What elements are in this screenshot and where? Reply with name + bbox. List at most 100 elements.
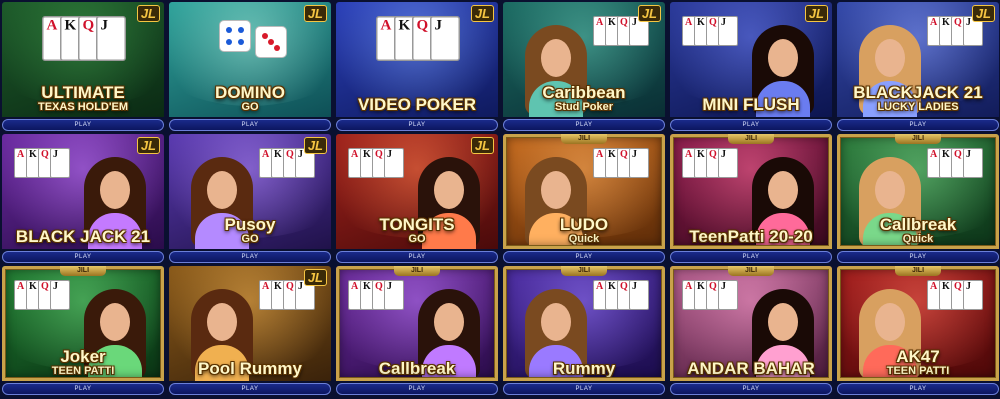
playing-cards-icon: AKQJ	[42, 16, 126, 61]
game-subtitle: TEXAS HOLD'EM	[37, 101, 128, 113]
game-artwork: A K Q J TeenPatti 20-20	[670, 134, 832, 249]
game-tile[interactable]: A K Q J Callbreak JILI PLAY	[336, 266, 498, 395]
play-button[interactable]: PLAY	[503, 251, 665, 263]
provider-badge: JL	[136, 137, 160, 154]
game-subtitle: TEEN PATTI	[51, 365, 115, 377]
game-artwork: A K Q J Rummy	[503, 266, 665, 381]
play-button[interactable]: PLAY	[336, 383, 498, 395]
game-title: ANDAR BAHAR	[670, 360, 832, 377]
game-tile[interactable]: A K Q J Joker TEEN PATTI JILI PLAY	[2, 266, 164, 395]
game-subtitle: Quick	[568, 233, 600, 245]
dice-icon	[255, 26, 287, 58]
play-button[interactable]: PLAY	[336, 251, 498, 263]
game-tile[interactable]: A K Q J TeenPatti 20-20 JILI PLAY	[670, 134, 832, 263]
playing-cards-icon: AKQJ	[927, 148, 983, 178]
provider-badge: JL	[470, 5, 494, 22]
play-button[interactable]: PLAY	[2, 119, 164, 131]
game-artwork: A K Q J Callbreak Quick	[837, 134, 999, 249]
game-subtitle: GO	[408, 233, 426, 245]
game-subtitle: TEEN PATTI	[886, 365, 950, 377]
game-tile[interactable]: A K Q J ULTIMATE TEXAS HOLD'EM JL PLAY	[2, 2, 164, 131]
play-button[interactable]: PLAY	[837, 119, 999, 131]
playing-cards-icon: AKQJ	[593, 148, 649, 178]
game-tile[interactable]: DOMINO GO JL PLAY	[169, 2, 331, 131]
play-button[interactable]: PLAY	[837, 251, 999, 263]
play-button[interactable]: PLAY	[503, 383, 665, 395]
game-artwork: A K Q J LUDO Quick	[503, 134, 665, 249]
provider-badge: JILI	[394, 266, 440, 276]
playing-cards-icon: AKQJ	[376, 16, 460, 61]
game-subtitle: GO	[241, 233, 259, 245]
game-title: Joker TEEN PATTI	[2, 348, 164, 377]
game-title-text: Pool Rummy	[198, 359, 302, 378]
play-button[interactable]: PLAY	[169, 119, 331, 131]
playing-cards-icon: AKQJ	[593, 280, 649, 310]
game-title-text: TONGITS	[379, 215, 455, 234]
game-title: VIDEO POKER	[336, 96, 498, 113]
game-tile[interactable]: A K Q J AK47 TEEN PATTI JILI PLAY	[837, 266, 999, 395]
provider-badge: JILI	[60, 266, 106, 276]
game-title: TONGITS GO	[336, 216, 498, 245]
game-title-text: LUDO	[559, 215, 609, 234]
game-title: ULTIMATE TEXAS HOLD'EM	[2, 84, 164, 113]
provider-badge: JL	[303, 5, 327, 22]
game-title: Pusoy GO	[169, 216, 331, 245]
game-artwork: A K Q J AK47 TEEN PATTI	[837, 266, 999, 381]
game-title: MINI FLUSH	[670, 96, 832, 113]
play-button[interactable]: PLAY	[2, 251, 164, 263]
dice-icon	[219, 20, 251, 52]
playing-cards-icon: AKQJ	[14, 280, 70, 310]
play-button[interactable]: PLAY	[670, 119, 832, 131]
play-button[interactable]: PLAY	[169, 251, 331, 263]
game-title: Rummy	[503, 360, 665, 377]
game-title: BLACK JACK 21	[2, 228, 164, 245]
game-tile[interactable]: A K Q J Pool Rummy JL PLAY	[169, 266, 331, 395]
provider-badge: JILI	[728, 266, 774, 276]
game-artwork: A K Q J ANDAR BAHAR	[670, 266, 832, 381]
game-title: AK47 TEEN PATTI	[837, 348, 999, 377]
provider-badge: JL	[136, 5, 160, 22]
provider-badge: JILI	[561, 266, 607, 276]
game-tile[interactable]: A K Q J Caribbean Stud Poker JL PLAY	[503, 2, 665, 131]
playing-cards-icon: AKQJ	[14, 148, 70, 178]
provider-badge: JL	[971, 5, 995, 22]
game-title: Pool Rummy	[169, 360, 331, 377]
game-tile[interactable]: A K Q J LUDO Quick JILI PLAY	[503, 134, 665, 263]
game-subtitle: Quick	[902, 233, 934, 245]
play-button[interactable]: PLAY	[670, 251, 832, 263]
playing-cards-icon: AKQJ	[348, 280, 404, 310]
game-tile[interactable]: A K Q J TONGITS GO JL PLAY	[336, 134, 498, 263]
provider-badge: JL	[637, 5, 661, 22]
provider-badge: JL	[303, 269, 327, 286]
game-tile[interactable]: A K Q J Rummy JILI PLAY	[503, 266, 665, 395]
play-button[interactable]: PLAY	[336, 119, 498, 131]
game-title: Caribbean Stud Poker	[503, 84, 665, 113]
game-title-text: Rummy	[552, 359, 616, 378]
game-tile[interactable]: A K Q J BLACK JACK 21 JL PLAY	[2, 134, 164, 263]
game-artwork: A K Q J Callbreak	[336, 266, 498, 381]
game-title-text: Joker	[60, 347, 106, 366]
game-title-text: ULTIMATE	[41, 83, 125, 102]
game-subtitle: Stud Poker	[554, 101, 614, 113]
play-button[interactable]: PLAY	[837, 383, 999, 395]
game-tile[interactable]: A K Q J MINI FLUSH JL PLAY	[670, 2, 832, 131]
playing-cards-icon: AKQJ	[682, 280, 738, 310]
game-tile[interactable]: A K Q J Callbreak Quick JILI PLAY	[837, 134, 999, 263]
game-title-text: Callbreak	[378, 359, 456, 378]
game-subtitle: LUCKY LADIES	[877, 101, 959, 113]
game-tile[interactable]: A K Q J ANDAR BAHAR JILI PLAY	[670, 266, 832, 395]
play-button[interactable]: PLAY	[670, 383, 832, 395]
game-tile[interactable]: A K Q J Pusoy GO JL PLAY	[169, 134, 331, 263]
provider-badge: JILI	[561, 134, 607, 144]
game-title: TeenPatti 20-20	[670, 228, 832, 245]
game-title: Callbreak	[336, 360, 498, 377]
game-tile[interactable]: A K Q J VIDEO POKER JL PLAY	[336, 2, 498, 131]
play-button[interactable]: PLAY	[2, 383, 164, 395]
game-title: Callbreak Quick	[837, 216, 999, 245]
game-tile[interactable]: A K Q J BLACKJACK 21 LUCKY LADIES JL PLAY	[837, 2, 999, 131]
play-button[interactable]: PLAY	[503, 119, 665, 131]
game-title-text: DOMINO	[215, 83, 285, 102]
playing-cards-icon: AKQJ	[682, 148, 738, 178]
game-title: DOMINO GO	[169, 84, 331, 113]
play-button[interactable]: PLAY	[169, 383, 331, 395]
